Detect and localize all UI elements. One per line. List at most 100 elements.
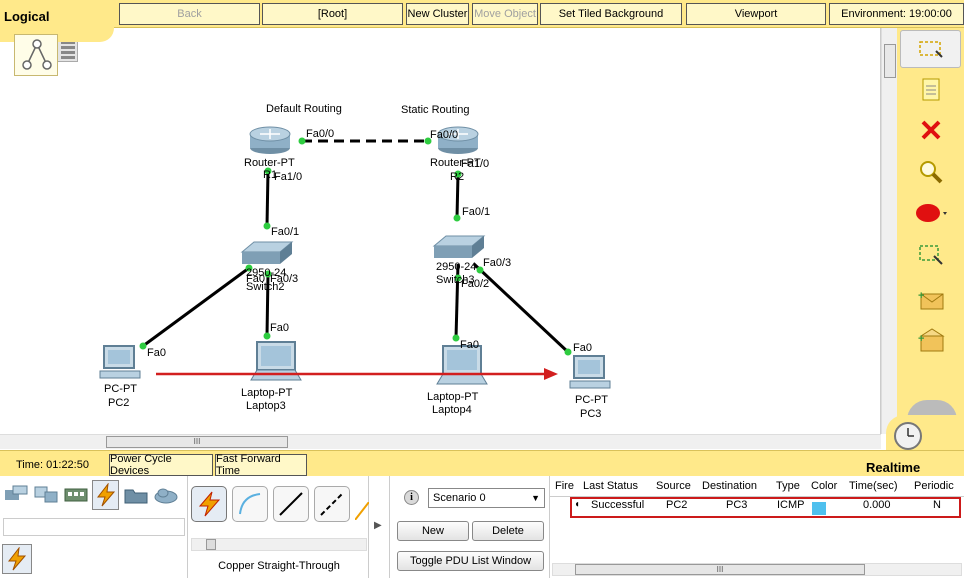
- vertical-scroll-thumb[interactable]: [884, 44, 896, 78]
- port-label: Fa0: [147, 347, 166, 359]
- category-components[interactable]: [62, 480, 89, 510]
- port-label: Fa0/0: [430, 129, 458, 141]
- category-connections[interactable]: [92, 480, 119, 510]
- port-label: Fa0/1: [462, 206, 490, 218]
- move-object-button[interactable]: Move Object: [472, 3, 538, 25]
- pdu-arrow-head: [544, 368, 558, 380]
- device-model-label: Laptop-PT: [427, 391, 479, 403]
- pc-pc3[interactable]: [569, 355, 611, 389]
- pdu-list-scrollbar[interactable]: III: [552, 563, 962, 576]
- info-icon[interactable]: i: [404, 490, 419, 505]
- selected-category-icon: [2, 544, 32, 574]
- selected-connection-label: Copper Straight-Through: [218, 560, 340, 572]
- top-toolbar: Back [Root] New Cluster Move Object Set …: [0, 0, 964, 28]
- console-connection[interactable]: [232, 486, 268, 522]
- device-name-label: Laptop4: [432, 404, 472, 416]
- envelope-open-add-icon: +: [918, 328, 945, 352]
- device-name-label: PC2: [108, 397, 129, 409]
- connection-list-scroll-thumb[interactable]: [206, 539, 216, 550]
- inspect-tool[interactable]: [900, 153, 961, 191]
- area-label-default-routing: Default Routing: [266, 103, 342, 115]
- device-name-label: Switch2: [246, 281, 285, 293]
- magnifier-icon: [919, 161, 942, 184]
- status-bar: Time: 01:22:50 Power Cycle Devices Fast …: [0, 450, 964, 477]
- pdu-column-source[interactable]: Source: [656, 480, 691, 496]
- pdu-column-time[interactable]: Time(sec): [849, 480, 897, 496]
- resize-shape-tool[interactable]: [900, 236, 961, 274]
- topology-canvas: Default Routing Static Routing Fa0/0 Fa0…: [99, 103, 611, 420]
- switch3[interactable]: [432, 235, 486, 258]
- add-simple-pdu-tool[interactable]: +: [900, 281, 961, 319]
- viewport-button[interactable]: Viewport: [686, 3, 826, 25]
- pdu-column-periodic[interactable]: Periodic: [914, 480, 954, 496]
- mode-label: Logical: [4, 9, 50, 24]
- scenario-panel: i Scenario 0 ▼ New Delete Toggle PDU Lis…: [389, 476, 550, 578]
- new-scenario-button[interactable]: New: [397, 521, 469, 541]
- pdu-column-destination[interactable]: Destination: [702, 480, 757, 496]
- category-network-devices[interactable]: [2, 480, 29, 510]
- set-tiled-background-button[interactable]: Set Tiled Background: [540, 3, 682, 25]
- chevron-down-icon: ▼: [531, 493, 540, 503]
- cloud-icon: [154, 488, 177, 504]
- select-tool[interactable]: [900, 30, 961, 68]
- pdu-column-fire[interactable]: Fire: [555, 480, 574, 496]
- pc-pc2[interactable]: [99, 345, 141, 379]
- area-label-static-routing: Static Routing: [401, 104, 469, 116]
- toggle-pdu-list-button[interactable]: Toggle PDU List Window: [397, 551, 544, 571]
- connection-type-panel: Copper Straight-Through: [189, 476, 369, 578]
- delete-tool[interactable]: [900, 111, 961, 149]
- pdu-column-type[interactable]: Type: [776, 480, 800, 496]
- pdu-column-color[interactable]: Color: [811, 480, 837, 496]
- router-r1[interactable]: [249, 126, 291, 154]
- clock-icon: [894, 422, 922, 450]
- device-model-label: Router-PT: [430, 157, 481, 169]
- device-name-label: R2: [450, 171, 464, 183]
- delete-scenario-button[interactable]: Delete: [472, 521, 544, 541]
- device-model-label: PC-PT: [575, 394, 608, 406]
- switch2[interactable]: [240, 241, 294, 264]
- logical-workspace[interactable]: Default Routing Static Routing Fa0/0 Fa0…: [0, 28, 881, 434]
- auto-connection-type[interactable]: [191, 486, 227, 522]
- draw-shape-tool[interactable]: [900, 194, 961, 232]
- fiber-connection-partial[interactable]: [355, 502, 369, 520]
- back-button[interactable]: Back: [119, 3, 260, 25]
- fast-forward-time-button[interactable]: Fast Forward Time: [215, 453, 307, 477]
- horizontal-scroll-thumb[interactable]: III: [106, 436, 288, 448]
- bottom-panel: Copper Straight-Through ▶ i Scenario 0 ▼…: [0, 476, 964, 578]
- laptop-laptop4[interactable]: [436, 345, 488, 385]
- scenario-select[interactable]: Scenario 0 ▼: [428, 488, 545, 508]
- lightning-icon: [96, 483, 115, 507]
- port-label: Fa0/0: [306, 128, 334, 140]
- environment-button[interactable]: Environment: 19:00:00: [829, 3, 964, 25]
- copper-cross-over-connection[interactable]: [314, 486, 350, 522]
- network-devices-icon: [4, 485, 27, 500]
- port-status-dots: [139, 137, 572, 356]
- device-category-panel: [0, 476, 188, 578]
- device-model-label: Laptop-PT: [241, 387, 293, 399]
- note-tool[interactable]: [900, 71, 961, 109]
- category-multiuser[interactable]: [152, 480, 179, 510]
- connection-list-scrollbar[interactable]: [191, 538, 367, 551]
- lightning-icon: [7, 547, 27, 571]
- pdu-list-scroll-thumb[interactable]: III: [575, 564, 865, 575]
- port-label: Fa1/0: [274, 171, 302, 183]
- power-cycle-devices-button[interactable]: Power Cycle Devices: [109, 453, 213, 477]
- pdu-row-highlight: [570, 497, 961, 518]
- ellipse-draw-icon: [915, 204, 947, 222]
- category-misc[interactable]: [122, 480, 149, 510]
- workspace-horizontal-scrollbar[interactable]: III: [0, 434, 881, 449]
- workspace-vertical-scrollbar[interactable]: [881, 28, 897, 434]
- realtime-mode-button[interactable]: [886, 415, 964, 450]
- resize-icon: [918, 245, 943, 265]
- category-end-devices[interactable]: [32, 480, 59, 510]
- pdu-column-last-status[interactable]: Last Status: [583, 480, 638, 496]
- components-icon: [64, 488, 87, 502]
- root-button[interactable]: [Root]: [262, 3, 403, 25]
- copper-straight-through-connection[interactable]: [273, 486, 309, 522]
- new-cluster-button[interactable]: New Cluster: [406, 3, 469, 25]
- port-label: Fa0/1: [271, 226, 299, 238]
- collapse-arrow-icon[interactable]: ▶: [374, 520, 382, 531]
- crossover-cable-icon: [320, 492, 344, 516]
- add-complex-pdu-tool[interactable]: +: [900, 321, 961, 359]
- network-topology-icon[interactable]: [14, 34, 58, 76]
